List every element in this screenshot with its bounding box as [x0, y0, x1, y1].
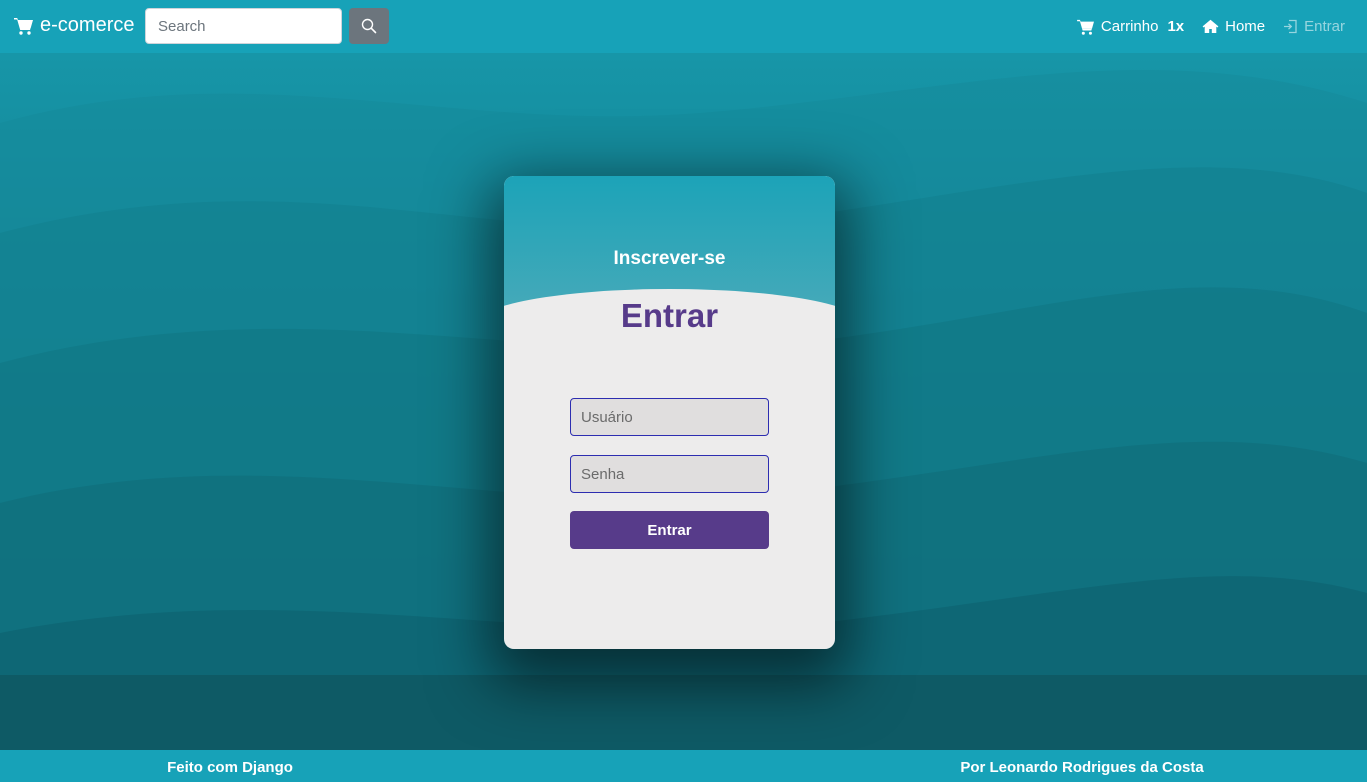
- footer: Feito com Django Por Leonardo Rodrigues …: [0, 750, 1367, 782]
- brand-label: e-comerce: [40, 14, 135, 36]
- login-submit-button[interactable]: Entrar: [570, 511, 769, 549]
- home-link[interactable]: Home: [1202, 18, 1265, 35]
- footer-credit-author: Por Leonardo Rodrigues da Costa: [960, 759, 1204, 776]
- search-input[interactable]: [145, 8, 342, 44]
- brand-link[interactable]: e-comerce: [14, 14, 134, 37]
- login-title: Entrar: [620, 297, 719, 334]
- nav-links: Carrinho 1x Home Entrar: [1059, 0, 1345, 53]
- login-link[interactable]: Entrar: [1283, 18, 1345, 35]
- cart-icon: [1077, 19, 1094, 35]
- username-field[interactable]: [570, 398, 769, 436]
- search-icon: [361, 18, 377, 34]
- cart-link[interactable]: Carrinho 1x: [1077, 18, 1184, 35]
- footer-credit-framework: Feito com Django: [167, 759, 293, 776]
- sign-in-icon: [1284, 19, 1297, 34]
- home-label: Home: [1225, 18, 1266, 35]
- cart-icon: [14, 17, 33, 35]
- navbar: e-comerce Carrinho 1x Home: [0, 0, 1367, 53]
- cart-label: Carrinho: [1100, 18, 1159, 35]
- cart-count-badge: 1x: [1167, 18, 1185, 35]
- login-label: Entrar: [1304, 18, 1345, 35]
- search-button[interactable]: [349, 8, 389, 44]
- login-card: Inscrever-se Entrar Entrar: [504, 176, 835, 649]
- signup-toggle[interactable]: Inscrever-se: [504, 248, 835, 270]
- home-icon: [1202, 19, 1219, 33]
- password-field[interactable]: [570, 455, 769, 493]
